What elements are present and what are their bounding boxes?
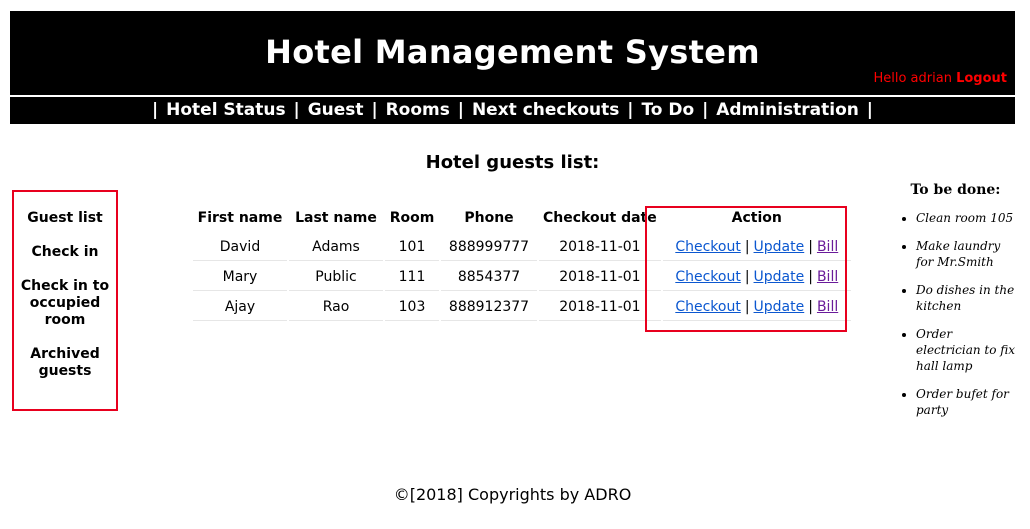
todo-item: Make laundry for Mr.Smith — [916, 238, 1018, 270]
table-row: David Adams 101 888999777 2018-11-01 Che… — [193, 233, 851, 261]
table-row: Ajay Rao 103 888912377 2018-11-01 Checko… — [193, 293, 851, 321]
update-link[interactable]: Update — [754, 239, 805, 255]
nav-item-rooms[interactable]: Rooms — [386, 100, 450, 120]
action-separator: | — [808, 268, 813, 285]
todo-item: Do dishes in the kitchen — [916, 282, 1018, 314]
cell-phone: 8854377 — [441, 263, 537, 291]
footer-copyright: ©[2018] Copyrights by ADRO — [393, 485, 632, 504]
checkout-link[interactable]: Checkout — [675, 299, 741, 315]
nav-separator: | — [293, 100, 300, 120]
cell-last-name: Adams — [289, 233, 383, 261]
site-title: Hotel Management System — [265, 33, 760, 71]
column-header-phone: Phone — [464, 210, 514, 226]
cell-phone: 888912377 — [441, 293, 537, 321]
sidebar-menu: Guest list Check in Check in to occupied… — [12, 190, 118, 411]
table-row: Mary Public 111 8854377 2018-11-01 Check… — [193, 263, 851, 291]
sidebar-item-archived-guests: Archived guests — [14, 346, 116, 380]
action-separator: | — [744, 268, 750, 285]
sidebar-link-archived-guests[interactable]: Archived guests — [30, 346, 99, 379]
action-separator: | — [744, 238, 750, 255]
table-header-row: First name Last name Room Phone Checkout… — [193, 205, 851, 231]
cell-first-name: David — [193, 233, 287, 261]
cell-room: 103 — [385, 293, 439, 321]
column-header-action: Action — [731, 210, 782, 226]
cell-actions: Checkout | Update | Bill — [662, 263, 851, 291]
cell-checkout-date: 2018-11-01 — [539, 293, 661, 321]
nav-item-next-checkouts[interactable]: Next checkouts — [472, 100, 619, 120]
bill-link[interactable]: Bill — [817, 239, 838, 255]
update-link[interactable]: Update — [754, 269, 805, 285]
todo-list: Clean room 105 Make laundry for Mr.Smith… — [893, 210, 1018, 418]
column-header-last-name: Last name — [295, 210, 377, 226]
greeting-text: Hello adrian — [873, 71, 952, 86]
header-bar: Hotel Management System Hello adrian Log… — [10, 11, 1015, 95]
cell-checkout-date: 2018-11-01 — [539, 263, 661, 291]
checkout-link[interactable]: Checkout — [675, 269, 741, 285]
nav-item-administration[interactable]: Administration — [716, 100, 859, 120]
cell-actions: Checkout | Update | Bill — [662, 233, 851, 261]
column-header-first-name: First name — [197, 210, 283, 226]
bill-link[interactable]: Bill — [817, 299, 838, 315]
update-link[interactable]: Update — [754, 299, 805, 315]
nav-item-hotel-status[interactable]: Hotel Status — [166, 100, 286, 120]
nav-separator: | — [151, 100, 159, 120]
todo-title: To be done: — [910, 182, 1001, 198]
nav-separator: | — [866, 100, 874, 120]
guests-table: First name Last name Room Phone Checkout… — [191, 203, 853, 323]
sidebar-link-check-in[interactable]: Check in — [32, 244, 99, 260]
user-area: Hello adrian Logout — [873, 71, 1007, 86]
cell-first-name: Ajay — [193, 293, 287, 321]
checkout-link[interactable]: Checkout — [675, 239, 741, 255]
action-separator: | — [744, 298, 750, 315]
nav-item-to-do[interactable]: To Do — [641, 100, 694, 120]
sidebar-item-check-in-occupied: Check in to occupied room — [14, 278, 116, 329]
todo-panel: To be done: Clean room 105 Make laundry … — [893, 182, 1018, 430]
sidebar-link-check-in-occupied[interactable]: Check in to occupied room — [21, 278, 109, 328]
page-heading: Hotel guests list: — [425, 152, 600, 173]
action-separator: | — [808, 298, 813, 315]
sidebar-item-guest-list: Guest list — [14, 210, 116, 227]
bill-link[interactable]: Bill — [817, 269, 838, 285]
cell-last-name: Public — [289, 263, 383, 291]
cell-last-name: Rao — [289, 293, 383, 321]
column-header-room: Room — [389, 210, 435, 226]
cell-actions: Checkout | Update | Bill — [662, 293, 851, 321]
cell-phone: 888999777 — [441, 233, 537, 261]
logout-link[interactable]: Logout — [956, 71, 1007, 86]
sidebar-item-check-in: Check in — [14, 244, 116, 261]
cell-room: 101 — [385, 233, 439, 261]
cell-checkout-date: 2018-11-01 — [539, 233, 661, 261]
nav-separator: | — [371, 100, 378, 120]
sidebar-link-guest-list[interactable]: Guest list — [27, 210, 102, 226]
nav-separator: | — [627, 100, 634, 120]
nav-separator: | — [702, 100, 709, 120]
cell-room: 111 — [385, 263, 439, 291]
nav-separator: | — [457, 100, 465, 120]
todo-item: Order electrician to fix hall lamp — [916, 326, 1018, 374]
sidebar-list: Guest list Check in Check in to occupied… — [14, 210, 116, 380]
todo-item: Clean room 105 — [916, 210, 1018, 226]
main-nav: | Hotel Status | Guest | Rooms | Next ch… — [10, 97, 1015, 124]
nav-item-guest[interactable]: Guest — [308, 100, 364, 120]
column-header-checkout-date: Checkout date — [543, 210, 657, 226]
todo-item: Order bufet for party — [916, 386, 1018, 418]
action-separator: | — [808, 238, 813, 255]
page: Hotel Management System Hello adrian Log… — [0, 0, 1030, 529]
cell-first-name: Mary — [193, 263, 287, 291]
